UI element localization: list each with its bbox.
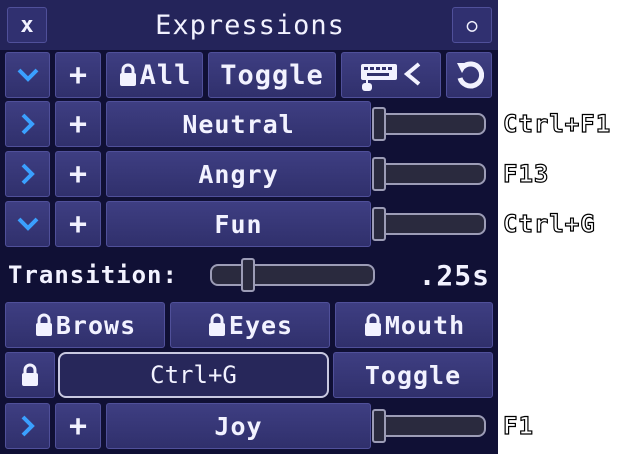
toggle-button[interactable]: Toggle [208,52,336,98]
plus-icon: + [68,57,88,93]
chevron-down-icon [17,217,38,231]
keyboard-button[interactable] [341,52,441,98]
expression-joy-button[interactable]: Joy [106,403,371,449]
plus-icon: + [68,408,88,444]
joy-slider[interactable] [376,415,486,437]
joy-slider-handle[interactable] [372,409,386,443]
expand-angry-button[interactable] [5,151,50,197]
transition-slider[interactable] [210,264,375,286]
plus-icon: + [68,106,88,142]
undo-icon [457,61,484,89]
plus-icon: + [68,156,88,192]
chevron-right-icon [21,415,35,437]
expression-angry-button[interactable]: Angry [106,151,371,197]
collapse-icon: ○ [466,14,478,36]
close-icon: x [20,12,34,38]
add-joy-button[interactable]: + [55,403,101,449]
angry-hotkey-label: F13 [502,159,550,188]
window-title: Expressions [155,9,345,41]
undo-button[interactable] [446,52,492,98]
lock-icon [35,313,52,336]
add-button[interactable]: + [55,52,101,98]
lock-brows-button[interactable]: Brows [5,302,165,348]
keybind-lock-button[interactable] [5,352,55,398]
fun-slider[interactable] [376,213,486,235]
neutral-slider[interactable] [376,113,486,135]
add-fun-button[interactable]: + [55,201,101,247]
add-angry-button[interactable]: + [55,151,101,197]
expand-neutral-button[interactable] [5,101,50,147]
expand-all-button[interactable] [5,52,50,98]
expression-neutral-button[interactable]: Neutral [106,101,371,147]
lock-icon [119,63,136,86]
fun-slider-handle[interactable] [372,207,386,241]
joy-hotkey-label: F1 [502,411,534,440]
chevron-right-icon [21,163,35,185]
chevron-down-icon [17,68,38,82]
collapse-fun-button[interactable] [5,201,50,247]
chevron-right-icon [21,113,35,135]
lock-icon [22,363,38,386]
transition-value: .25s [418,258,490,292]
collapse-button[interactable]: ○ [452,7,492,43]
keybind-field[interactable]: Ctrl+G [58,352,329,398]
keyboard-arrow-icon [361,62,421,91]
lock-eyes-button[interactable]: Eyes [170,302,330,348]
expression-fun-button[interactable]: Fun [106,201,371,247]
lock-all-button[interactable]: All [106,52,203,98]
expressions-panel: x Expressions ○ + All Toggle + Neutral +… [0,0,498,454]
lock-icon [364,313,381,336]
lock-icon [208,313,225,336]
transition-slider-handle[interactable] [241,258,255,292]
neutral-hotkey-label: Ctrl+F1 [502,109,612,138]
lock-mouth-button[interactable]: Mouth [335,302,493,348]
plus-icon: + [68,206,88,242]
keybind-toggle-button[interactable]: Toggle [333,352,493,398]
fun-hotkey-label: Ctrl+G [502,209,596,238]
expand-joy-button[interactable] [5,403,50,449]
angry-slider[interactable] [376,163,486,185]
close-button[interactable]: x [7,7,47,43]
transition-label: Transition: [8,261,178,289]
angry-slider-handle[interactable] [372,157,386,191]
neutral-slider-handle[interactable] [372,107,386,141]
add-neutral-button[interactable]: + [55,101,101,147]
